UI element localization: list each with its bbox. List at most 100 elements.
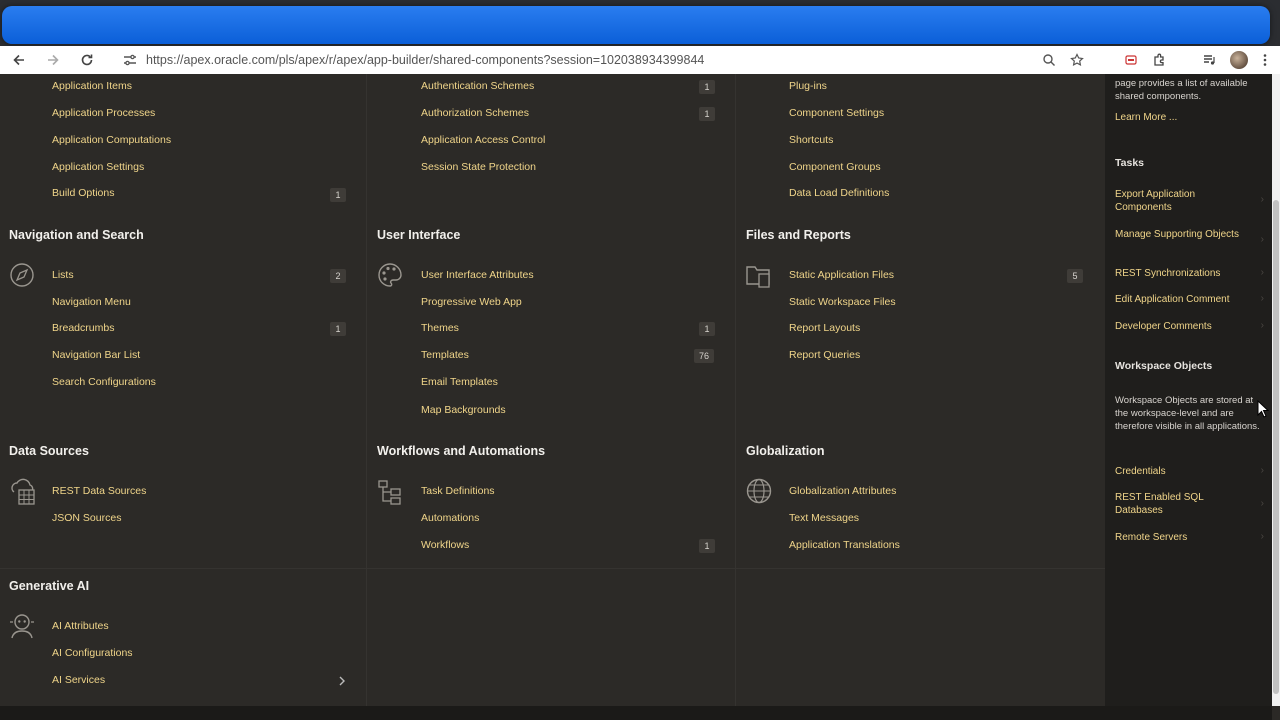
link-static-workspace-files[interactable]: Static Workspace Files: [789, 296, 896, 312]
chevron-right-icon: ›: [1260, 267, 1264, 278]
section-title: Globalization: [746, 444, 825, 458]
link-ai-attributes[interactable]: AI Attributes: [52, 620, 109, 636]
reload-icon[interactable]: [76, 49, 98, 71]
bookmark-star-icon[interactable]: [1070, 53, 1084, 67]
link-session-state-protection[interactable]: Session State Protection: [421, 161, 536, 177]
link-authentication-schemes[interactable]: Authentication Schemes: [421, 80, 534, 96]
media-queue-icon[interactable]: [1202, 53, 1216, 67]
browser-tab-bar-highlight: [2, 6, 1270, 44]
link-text-messages[interactable]: Text Messages: [789, 512, 859, 528]
scrollbar-thumb[interactable]: [1273, 200, 1279, 694]
link-application-access-control[interactable]: Application Access Control: [421, 134, 545, 150]
link-application-translations[interactable]: Application Translations: [789, 539, 900, 555]
count-badge: 1: [330, 188, 346, 202]
link-component-settings[interactable]: Component Settings: [789, 107, 884, 123]
task-rest-synchronizations[interactable]: REST Synchronizations: [1115, 267, 1250, 280]
link-templates[interactable]: Templates: [421, 349, 469, 365]
link-lists[interactable]: Lists: [52, 269, 74, 285]
link-application-processes[interactable]: Application Processes: [52, 107, 155, 123]
extension-red-icon[interactable]: [1124, 53, 1138, 67]
browser-toolbar: https://apex.oracle.com/pls/apex/r/apex/…: [0, 46, 1280, 74]
link-search-configurations[interactable]: Search Configurations: [52, 376, 156, 392]
link-component-groups[interactable]: Component Groups: [789, 161, 881, 177]
count-badge: 76: [694, 349, 714, 363]
link-report-queries[interactable]: Report Queries: [789, 349, 860, 365]
link-navigation-menu[interactable]: Navigation Menu: [52, 296, 131, 312]
compass-icon: [10, 263, 34, 287]
chevron-right-icon: ›: [1260, 194, 1264, 205]
link-progressive-web-app[interactable]: Progressive Web App: [421, 296, 522, 312]
link-data-load-definitions[interactable]: Data Load Definitions: [789, 187, 889, 203]
link-application-settings[interactable]: Application Settings: [52, 161, 144, 177]
section-title: User Interface: [377, 228, 461, 242]
sidebar-intro-line: page provides a list of available: [1115, 78, 1248, 89]
count-badge: 1: [330, 322, 346, 336]
count-badge: 5: [1067, 269, 1083, 283]
folder-file-icon: [746, 266, 770, 288]
site-settings-icon[interactable]: [122, 52, 138, 68]
kebab-menu-icon[interactable]: [1262, 53, 1268, 67]
link-workflows[interactable]: Workflows: [421, 539, 469, 555]
sidebar-intro-line: shared components.: [1115, 91, 1202, 102]
link-breadcrumbs[interactable]: Breadcrumbs: [52, 322, 114, 338]
chevron-right-icon: ›: [1260, 465, 1264, 476]
learn-more-link[interactable]: Learn More ...: [1115, 111, 1250, 124]
task-edit-application-comment[interactable]: Edit Application Comment: [1115, 293, 1250, 306]
count-badge: 1: [699, 80, 715, 94]
task-export-application-components[interactable]: Export Application Components: [1115, 188, 1250, 214]
url-text[interactable]: https://apex.oracle.com/pls/apex/r/apex/…: [146, 53, 704, 67]
section-title: Generative AI: [9, 579, 90, 593]
link-application-computations[interactable]: Application Computations: [52, 134, 171, 150]
workspace-link-credentials[interactable]: Credentials: [1115, 465, 1250, 478]
extensions-puzzle-icon[interactable]: [1152, 53, 1166, 67]
workspace-link-remote-servers[interactable]: Remote Servers: [1115, 531, 1250, 544]
profile-avatar[interactable]: [1230, 51, 1248, 69]
link-task-definitions[interactable]: Task Definitions: [421, 485, 495, 501]
link-user-interface-attributes[interactable]: User Interface Attributes: [421, 269, 534, 285]
link-authorization-schemes[interactable]: Authorization Schemes: [421, 107, 529, 123]
chevron-right-icon: ›: [1260, 320, 1264, 331]
row-divider: [0, 568, 1105, 569]
zoom-icon[interactable]: [1042, 53, 1056, 67]
link-plug-ins[interactable]: Plug-ins: [789, 80, 827, 96]
chevron-right-icon: ›: [1260, 531, 1264, 542]
link-json-sources[interactable]: JSON Sources: [52, 512, 121, 528]
workspace-link-rest-enabled-sql[interactable]: REST Enabled SQL Databases: [1115, 491, 1225, 517]
task-developer-comments[interactable]: Developer Comments: [1115, 320, 1250, 333]
task-manage-supporting-objects[interactable]: Manage Supporting Objects: [1115, 228, 1250, 241]
link-ai-services[interactable]: AI Services: [52, 674, 105, 690]
back-arrow-icon[interactable]: [8, 49, 30, 71]
link-static-application-files[interactable]: Static Application Files: [789, 269, 894, 285]
workspace-objects-heading: Workspace Objects: [1115, 360, 1213, 372]
section-title: Workflows and Automations: [377, 444, 546, 458]
section-title: Files and Reports: [746, 228, 851, 242]
count-badge: 1: [699, 539, 715, 553]
link-email-templates[interactable]: Email Templates: [421, 376, 498, 392]
shared-components-grid: Application Items Application Processes …: [0, 74, 1105, 706]
link-automations[interactable]: Automations: [421, 512, 479, 528]
link-shortcuts[interactable]: Shortcuts: [789, 134, 833, 150]
flow-tree-icon: [378, 480, 401, 505]
count-badge: 1: [699, 322, 715, 336]
link-report-layouts[interactable]: Report Layouts: [789, 322, 860, 338]
section-title: Navigation and Search: [9, 228, 144, 242]
page-scrollbar[interactable]: [1272, 74, 1280, 706]
count-badge: 1: [699, 107, 715, 121]
link-build-options[interactable]: Build Options: [52, 187, 114, 203]
cloud-grid-icon: [11, 478, 35, 505]
address-bar[interactable]: https://apex.oracle.com/pls/apex/r/apex/…: [112, 48, 1082, 72]
link-navigation-bar-list[interactable]: Navigation Bar List: [52, 349, 140, 365]
link-map-backgrounds[interactable]: Map Backgrounds: [421, 404, 506, 420]
link-ai-configurations[interactable]: AI Configurations: [52, 647, 133, 663]
forward-arrow-icon[interactable]: [42, 49, 64, 71]
link-globalization-attributes[interactable]: Globalization Attributes: [789, 485, 896, 501]
chevron-right-icon: ›: [1260, 293, 1264, 304]
globe-icon: [746, 478, 772, 504]
chevron-right-icon[interactable]: [338, 675, 346, 687]
link-themes[interactable]: Themes: [421, 322, 459, 338]
column-divider: [735, 74, 736, 706]
page-footer: [0, 706, 1272, 720]
link-application-items[interactable]: Application Items: [52, 80, 132, 96]
link-rest-data-sources[interactable]: REST Data Sources: [52, 485, 146, 501]
tasks-heading: Tasks: [1115, 157, 1144, 169]
